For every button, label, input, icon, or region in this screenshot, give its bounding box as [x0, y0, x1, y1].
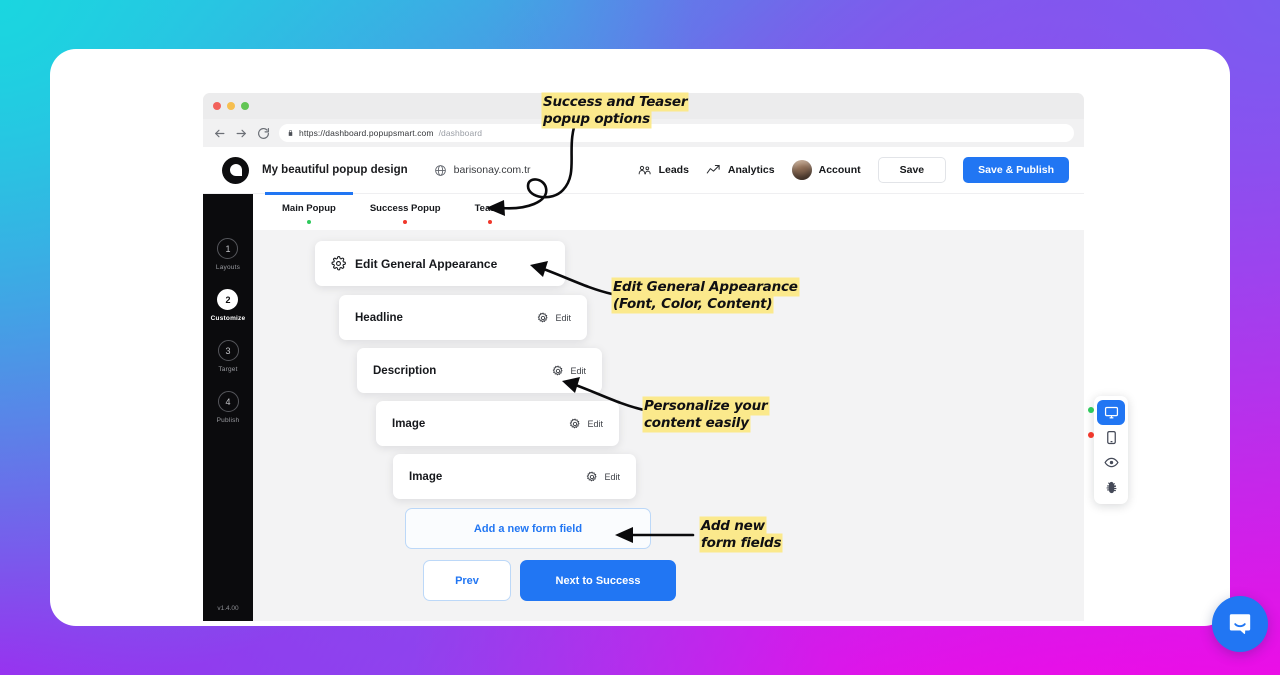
annotation-line-1: Add new: [701, 518, 765, 534]
edit-button[interactable]: Edit: [537, 311, 571, 324]
edit-button[interactable]: Edit: [586, 470, 620, 483]
lock-icon: [288, 129, 293, 136]
tab-status-dot: [487, 220, 492, 224]
project-title: My beautiful popup design: [262, 164, 408, 176]
sidebar-step-customize[interactable]: 2 Customize: [211, 289, 246, 322]
tab-label: Success Popup: [369, 203, 441, 214]
tab-success-popup[interactable]: Success Popup: [353, 194, 458, 224]
popupsmart-logo-icon[interactable]: [222, 156, 249, 184]
annotation-line-2: content easily: [644, 415, 749, 431]
step-label: Layouts: [215, 264, 241, 271]
analytics-label: Analytics: [727, 164, 775, 176]
gear-icon: [587, 470, 598, 481]
annotation-edit-general-appearance: Edit General Appearance (Font, Color, Co…: [613, 279, 798, 313]
tab-status-dot: [403, 220, 408, 224]
gear-icon: [331, 256, 346, 271]
card-image-2[interactable]: Image Edit: [393, 454, 636, 499]
card-label: Headline: [355, 311, 403, 324]
avatar: [791, 160, 812, 180]
tab-main-popup[interactable]: Main Popup: [265, 192, 353, 224]
annotation-line-1: Personalize your: [644, 398, 768, 414]
arrow-to-add-form-field: [615, 527, 695, 543]
gear-icon: [570, 417, 581, 428]
minimize-window-dot[interactable]: [227, 102, 235, 110]
address-bar-url: https://dashboard.popupsmart.com: [299, 128, 434, 138]
edit-label: Edit: [555, 312, 571, 323]
close-window-dot[interactable]: [213, 102, 221, 110]
step-label: Target: [218, 366, 238, 373]
desktop-icon: [1104, 406, 1118, 419]
tab-label: Main Popup: [282, 203, 336, 214]
account-label: Account: [818, 164, 861, 176]
annotation-personalize-content: Personalize your content easily: [644, 398, 768, 432]
leads-button[interactable]: Leads: [637, 163, 689, 178]
card-headline[interactable]: Headline Edit: [339, 295, 587, 340]
mobile-icon: [1106, 430, 1116, 445]
sidebar-step-target[interactable]: 3 Target: [217, 340, 239, 373]
sidebar-step-layouts[interactable]: 1 Layouts: [216, 238, 240, 271]
arrow-left-icon[interactable]: [213, 127, 226, 140]
gear-icon: [538, 311, 549, 322]
app-version-label: v1.4.00: [217, 605, 239, 612]
step-number: 1: [217, 238, 239, 259]
popup-type-tabs: Main Popup Success Popup Teaser: [253, 192, 1084, 230]
step-sidebar: 1 Layouts 2 Customize 3 Target 4 Publish: [203, 194, 253, 621]
intercom-chat-button[interactable]: [1212, 596, 1268, 652]
leads-label: Leads: [658, 164, 689, 176]
edit-label: Edit: [587, 418, 603, 429]
step-number: 4: [217, 391, 239, 412]
card-label: Edit General Appearance: [355, 256, 498, 271]
step-label: Customize: [210, 315, 246, 322]
globe-icon: [434, 164, 446, 176]
edit-button[interactable]: Edit: [569, 417, 603, 430]
window-traffic-lights[interactable]: [213, 102, 249, 110]
save-and-publish-button[interactable]: Save & Publish: [963, 157, 1069, 183]
annotation-line-1: Success and Teaser: [543, 94, 688, 110]
arrow-to-description-card: [562, 377, 646, 412]
chat-bubble-icon: [1229, 614, 1251, 634]
header-actions: Leads Analytics Account Save Save & Publ…: [637, 157, 1069, 183]
desktop-status-dot: [1088, 407, 1094, 413]
eye-preview-icon: [1103, 457, 1119, 468]
tab-status-dot: [306, 220, 311, 224]
save-button[interactable]: Save: [877, 157, 947, 183]
debug-bug-button[interactable]: [1097, 475, 1125, 500]
preview-eye-button[interactable]: [1097, 450, 1125, 475]
annotation-line-2: (Font, Color, Content): [613, 296, 773, 312]
annotation-success-teaser: Success and Teaser popup options: [543, 94, 688, 128]
app-header: My beautiful popup design barisonay.com.…: [203, 147, 1084, 194]
prev-button[interactable]: Prev: [423, 560, 511, 601]
desktop-preview-button[interactable]: [1088, 400, 1125, 425]
annotation-add-form-fields: Add new form fields: [701, 518, 782, 552]
card-label: Image: [392, 417, 426, 430]
maximize-window-dot[interactable]: [241, 102, 249, 110]
leads-people-icon: [638, 165, 651, 174]
account-button[interactable]: Account: [791, 160, 861, 180]
arrow-to-general-card: [530, 261, 614, 296]
annotation-line-2: form fields: [701, 535, 782, 551]
analytics-chart-icon: [706, 164, 720, 174]
card-label: Image: [409, 470, 443, 483]
bug-debug-icon: [1106, 481, 1116, 494]
device-preview-toolbar: [1088, 396, 1128, 504]
wizard-nav-buttons: Prev Next to Success: [423, 560, 1084, 601]
step-label: Publish: [216, 417, 240, 424]
next-to-success-button[interactable]: Next to Success: [520, 560, 676, 601]
annotation-line-2: popup options: [543, 111, 650, 127]
edit-label: Edit: [604, 471, 620, 482]
reload-icon[interactable]: [257, 127, 270, 140]
sidebar-step-publish[interactable]: 4 Publish: [217, 391, 240, 424]
analytics-button[interactable]: Analytics: [706, 163, 775, 178]
step-number: 2: [217, 289, 239, 310]
annotation-line-1: Edit General Appearance: [613, 279, 798, 295]
card-label: Description: [373, 364, 437, 377]
mobile-preview-button[interactable]: [1088, 425, 1125, 450]
mobile-status-dot: [1088, 432, 1094, 438]
step-number: 3: [217, 340, 239, 361]
arrow-right-icon[interactable]: [235, 127, 248, 140]
